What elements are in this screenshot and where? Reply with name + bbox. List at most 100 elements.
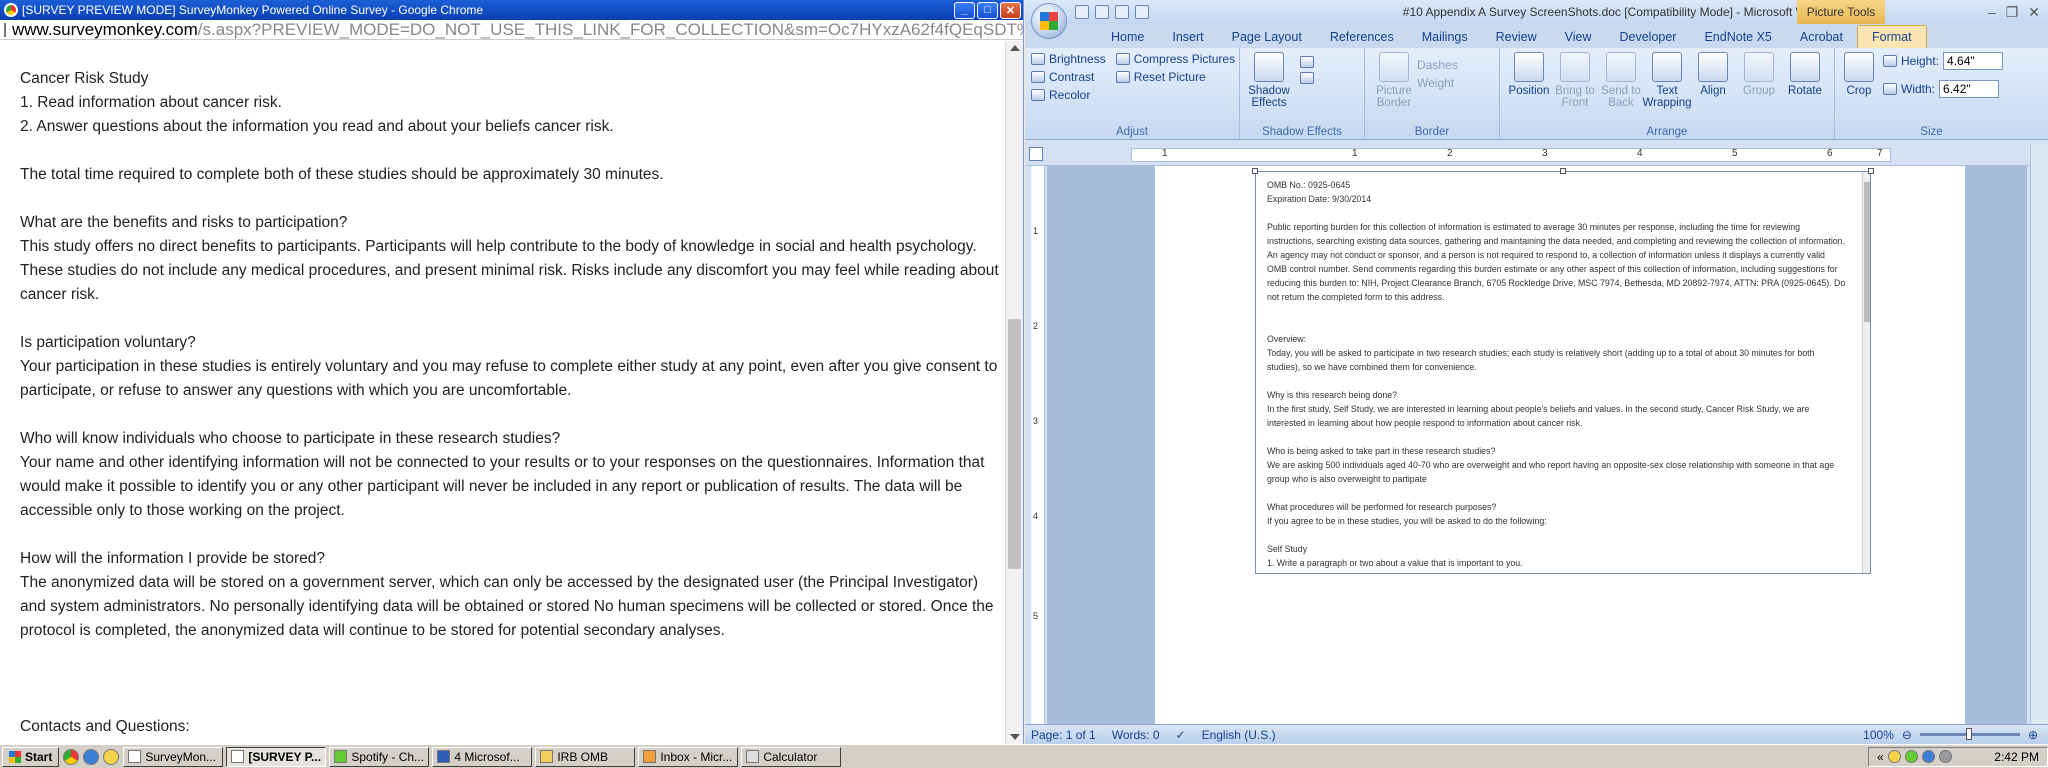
quick-access-toolbar xyxy=(1075,5,1149,19)
tab-view[interactable]: View xyxy=(1551,26,1606,48)
tray-expand-icon[interactable]: « xyxy=(1877,750,1884,764)
rotate-button[interactable]: Rotate xyxy=(1782,52,1828,123)
chrome-window: [SURVEY PREVIEW MODE] SurveyMonkey Power… xyxy=(0,0,1024,744)
tab-developer[interactable]: Developer xyxy=(1605,26,1690,48)
tab-references[interactable]: References xyxy=(1316,26,1408,48)
dashes-button[interactable]: Dashes xyxy=(1417,58,1458,72)
reset-picture-button[interactable]: Reset Picture xyxy=(1115,70,1235,84)
shadow-toggle-icon[interactable] xyxy=(1300,72,1314,84)
weight-label: Weight xyxy=(1417,76,1455,90)
send-to-back-button[interactable]: Send to Back xyxy=(1598,52,1644,123)
vertical-ruler[interactable]: 1 2 3 4 5 xyxy=(1031,166,1045,744)
survey-icon xyxy=(231,750,245,763)
recolor-button[interactable]: Recolor xyxy=(1031,88,1106,102)
status-language[interactable]: English (U.S.) xyxy=(1202,728,1276,742)
tab-endnote[interactable]: EndNote X5 xyxy=(1690,26,1785,48)
doc-overview: Today, you will be asked to participate … xyxy=(1267,348,1815,372)
tab-format[interactable]: Format xyxy=(1856,25,1927,48)
taskbar-item[interactable]: 4 Microsof... xyxy=(432,746,533,767)
tab-review[interactable]: Review xyxy=(1482,26,1551,48)
undo-icon[interactable] xyxy=(1095,5,1109,19)
clock[interactable]: 2:42 PM xyxy=(1994,750,2039,764)
survey-time: The total time required to complete both… xyxy=(20,166,664,183)
scroll-thumb[interactable] xyxy=(1008,319,1021,569)
crop-button[interactable]: Crop xyxy=(1841,52,1877,123)
maximize-button[interactable]: □ xyxy=(977,1,998,19)
word-icon xyxy=(437,750,451,763)
page-scrollbar[interactable] xyxy=(1005,41,1023,744)
taskbar-item[interactable]: Calculator xyxy=(741,746,842,767)
doc-expiration: Expiration Date: 9/30/2014 xyxy=(1267,194,1372,204)
word-scrollbar[interactable] xyxy=(2030,144,2048,744)
word-minimize-button[interactable]: – xyxy=(1988,4,1996,21)
resize-handle[interactable] xyxy=(1868,168,1874,174)
brightness-button[interactable]: Brightness xyxy=(1031,52,1106,66)
picture-border-button[interactable]: Picture Border xyxy=(1371,52,1417,123)
ie-quicklaunch-icon[interactable] xyxy=(83,748,100,765)
scroll-down-icon[interactable] xyxy=(1010,734,1020,740)
vruler-number: 2 xyxy=(1033,321,1039,331)
chrome-title-bar[interactable]: [SURVEY PREVIEW MODE] SurveyMonkey Power… xyxy=(0,0,1023,20)
close-button[interactable]: ✕ xyxy=(1000,1,1021,19)
tray-icon[interactable] xyxy=(1904,750,1918,763)
start-button[interactable]: Start xyxy=(2,746,60,767)
taskbar-item[interactable]: SurveyMon... xyxy=(123,746,224,767)
messenger-quicklaunch-icon[interactable] xyxy=(103,748,120,765)
shadow-effects-button[interactable]: Shadow Effects xyxy=(1246,52,1292,123)
bring-to-front-button[interactable]: Bring to Front xyxy=(1552,52,1598,123)
survey-item-1: 1. Read information about cancer risk. xyxy=(20,94,282,111)
spell-check-icon[interactable]: ✓ xyxy=(1176,728,1186,742)
tab-mailings[interactable]: Mailings xyxy=(1408,26,1482,48)
status-words[interactable]: Words: 0 xyxy=(1112,728,1160,742)
weight-button[interactable]: Weight xyxy=(1417,76,1458,90)
horizontal-ruler[interactable]: 1 1 2 3 4 5 6 7 xyxy=(1131,148,1891,162)
taskbar-item[interactable]: IRB OMB xyxy=(535,746,636,767)
redo-icon[interactable] xyxy=(1135,5,1149,19)
text-wrapping-button[interactable]: Text Wrapping xyxy=(1643,52,1692,123)
volume-icon[interactable] xyxy=(1938,750,1952,763)
zoom-in-icon[interactable]: ⊕ xyxy=(2028,728,2038,742)
office-button[interactable] xyxy=(1031,3,1067,39)
word-close-button[interactable]: ✕ xyxy=(2028,4,2040,21)
recolor-icon xyxy=(1031,89,1045,101)
nudge-icon[interactable] xyxy=(1300,56,1314,68)
zoom-out-icon[interactable]: ⊖ xyxy=(1902,728,1912,742)
group-button[interactable]: Group xyxy=(1736,52,1782,123)
status-page[interactable]: Page: 1 of 1 xyxy=(1031,728,1096,742)
taskbar-item[interactable]: Inbox - Micr... xyxy=(638,746,739,767)
compress-icon xyxy=(1115,53,1130,65)
width-input[interactable] xyxy=(1939,80,2000,98)
compress-pictures-button[interactable]: Compress Pictures xyxy=(1115,52,1235,66)
minimize-button[interactable]: _ xyxy=(954,1,975,19)
tray-icon[interactable] xyxy=(1921,750,1935,763)
align-button[interactable]: Align xyxy=(1690,52,1736,123)
scroll-up-icon[interactable] xyxy=(1010,45,1020,51)
word-maximize-button[interactable]: ❐ xyxy=(2006,4,2019,21)
tab-home[interactable]: Home xyxy=(1097,26,1158,48)
a-voluntary: Your participation in these studies is e… xyxy=(20,358,998,399)
position-button[interactable]: Position xyxy=(1506,52,1552,123)
tray-icon[interactable] xyxy=(1887,750,1901,763)
resize-handle[interactable] xyxy=(1252,168,1258,174)
zoom-level[interactable]: 100% xyxy=(1863,728,1894,742)
save-icon[interactable] xyxy=(1075,5,1089,19)
tab-page-layout[interactable]: Page Layout xyxy=(1218,26,1316,48)
address-bar[interactable]: www.surveymonkey.com/s.aspx?PREVIEW_MODE… xyxy=(0,20,1023,40)
chrome-quicklaunch-icon[interactable] xyxy=(63,748,80,765)
height-input[interactable] xyxy=(1943,52,2004,70)
document-page[interactable]: OMB No.: 0925-0645 Expiration Date: 9/30… xyxy=(1155,166,1965,744)
zoom-slider[interactable] xyxy=(1919,728,2020,740)
zoom-slider-thumb[interactable] xyxy=(1965,728,1972,740)
open-icon[interactable] xyxy=(1115,5,1129,19)
word-title-bar[interactable]: #10 Appendix A Survey ScreenShots.doc [C… xyxy=(1025,0,2048,24)
embedded-screenshot-picture[interactable]: OMB No.: 0925-0645 Expiration Date: 9/30… xyxy=(1255,171,1871,574)
tab-selector-icon[interactable] xyxy=(1029,147,1043,161)
resize-handle[interactable] xyxy=(1560,168,1566,174)
group-label: Group xyxy=(1743,85,1775,97)
tab-insert[interactable]: Insert xyxy=(1158,26,1217,48)
contrast-button[interactable]: Contrast xyxy=(1031,70,1106,84)
taskbar-item[interactable]: Spotify - Ch... xyxy=(329,746,430,767)
survey-content: Cancer Risk Study 1. Read information ab… xyxy=(0,41,1006,744)
taskbar-item[interactable]: [SURVEY P... xyxy=(226,746,327,767)
tab-acrobat[interactable]: Acrobat xyxy=(1786,26,1857,48)
